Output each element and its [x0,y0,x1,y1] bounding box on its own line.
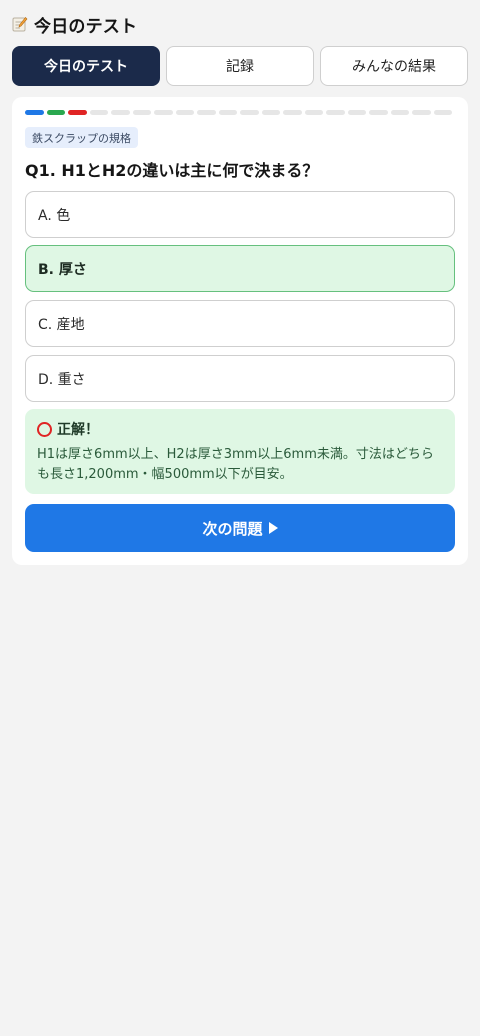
progress-segment [132,110,151,115]
next-button-label: 次の問題 [202,519,263,538]
result-header: 正解！ [37,419,443,439]
page-title: 今日のテスト [34,16,138,37]
option-label: D. 重さ [38,371,86,388]
progress-segment [111,110,130,115]
next-question-button[interactable]: 次の問題 [25,504,455,552]
option-d[interactable]: D. 重さ [25,355,455,402]
tab-records[interactable]: 記録 [166,46,314,86]
option-label: B. 厚さ [38,261,87,278]
progress-segment [175,110,194,115]
result-explanation: H1は厚さ6mm以上、H2は厚さ3mm以上6mm未満。寸法はどちらも長さ1,20… [37,447,434,482]
option-label: C. 産地 [38,316,85,333]
circle-icon [37,421,52,437]
progress-bar [25,110,452,115]
progress-segment [25,110,44,115]
tab-bar: 今日のテスト 記録 みんなの結果 [12,46,468,86]
page-header: 今日のテスト [12,10,137,38]
option-c[interactable]: C. 産地 [25,300,455,347]
result-panel: 正解！ H1は厚さ6mm以上、H2は厚さ3mm以上6mm未満。寸法はどちらも長さ… [25,409,455,494]
progress-segment [240,110,259,115]
progress-segment [68,110,87,115]
question-text: Q1. H1とH2の違いは主に何で決まる？ [25,161,319,180]
progress-segment [197,110,216,115]
progress-segment [261,110,280,115]
option-label: A. 色 [38,207,71,224]
progress-segment [89,110,108,115]
progress-segment [433,110,452,115]
tab-label: 今日のテスト [44,59,128,75]
progress-segment [326,110,345,115]
progress-segment [412,110,431,115]
option-b-correct[interactable]: B. 厚さ [25,245,455,292]
category-badge: 鉄スクラップの規格 [25,127,138,148]
result-title: 正解！ [57,422,99,438]
progress-segment [218,110,237,115]
memo-icon [12,17,28,32]
tab-everyone-results[interactable]: みんなの結果 [320,46,468,86]
tab-label: 記録 [226,59,254,75]
quiz-card: 鉄スクラップの規格 Q1. H1とH2の違いは主に何で決まる？ A. 色 B. … [12,97,468,565]
progress-segment [46,110,65,115]
tab-label: みんなの結果 [352,59,436,75]
option-a[interactable]: A. 色 [25,191,455,238]
progress-segment [154,110,173,115]
progress-segment [390,110,409,115]
progress-segment [369,110,388,115]
progress-segment [347,110,366,115]
progress-segment [304,110,323,115]
play-icon [268,522,278,534]
progress-segment [283,110,302,115]
tab-today-test[interactable]: 今日のテスト [12,46,160,86]
